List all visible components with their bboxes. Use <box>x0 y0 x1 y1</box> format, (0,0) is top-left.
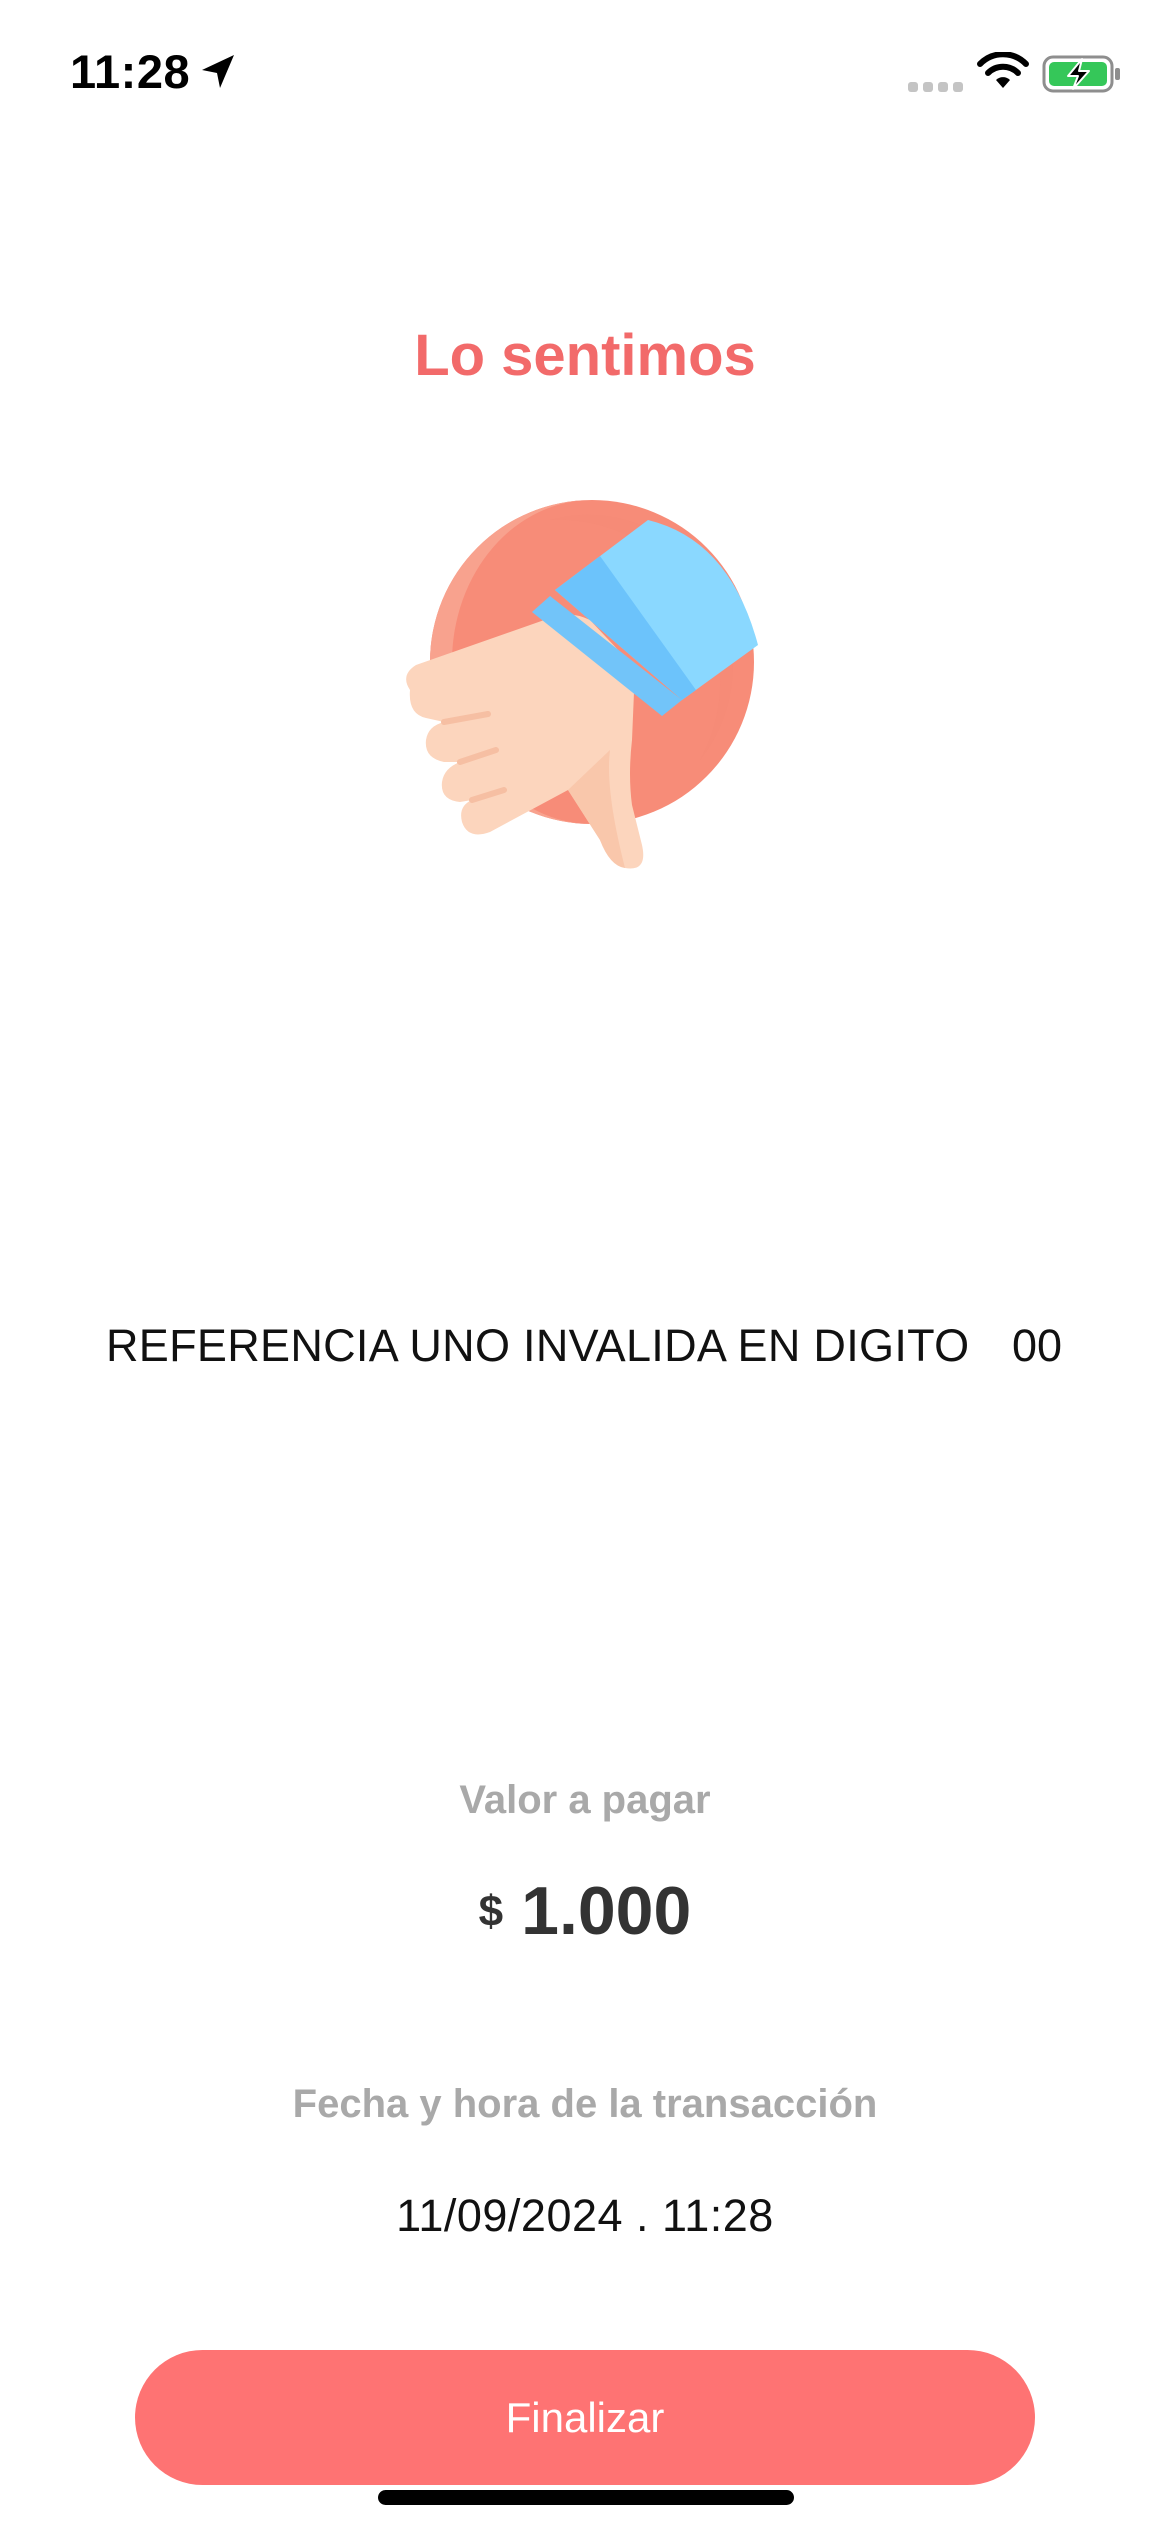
error-code: 00 <box>1012 1320 1063 1371</box>
battery-charging-icon <box>1042 55 1120 93</box>
amount-value: 1.000 <box>521 1873 692 1949</box>
status-bar: 11:28 <box>0 0 1170 150</box>
wifi-icon <box>977 52 1029 88</box>
currency-symbol: $ <box>478 1887 504 1936</box>
status-time: 11:28 <box>70 45 191 98</box>
thumbs-down-icon <box>406 500 758 869</box>
cellular-signal-icon <box>908 82 963 92</box>
error-message: REFERENCIA UNO INVALIDA EN DIGITO <box>106 1320 970 1371</box>
datetime-label: Fecha y hora de la transacción <box>292 2082 878 2126</box>
transaction-datetime: 11/09/2024 . 11:28 <box>396 2190 774 2241</box>
amount-display: $1.000 <box>0 1872 1170 1950</box>
page-title: Lo sentimos <box>414 323 756 388</box>
finish-button[interactable]: Finalizar <box>135 2350 1035 2485</box>
amount-label: Valor a pagar <box>459 1778 711 1822</box>
location-arrow-icon <box>202 55 234 88</box>
home-indicator[interactable] <box>378 2490 794 2505</box>
error-message-row: REFERENCIA UNO INVALIDA EN DIGITO 00 <box>0 1320 1170 1390</box>
